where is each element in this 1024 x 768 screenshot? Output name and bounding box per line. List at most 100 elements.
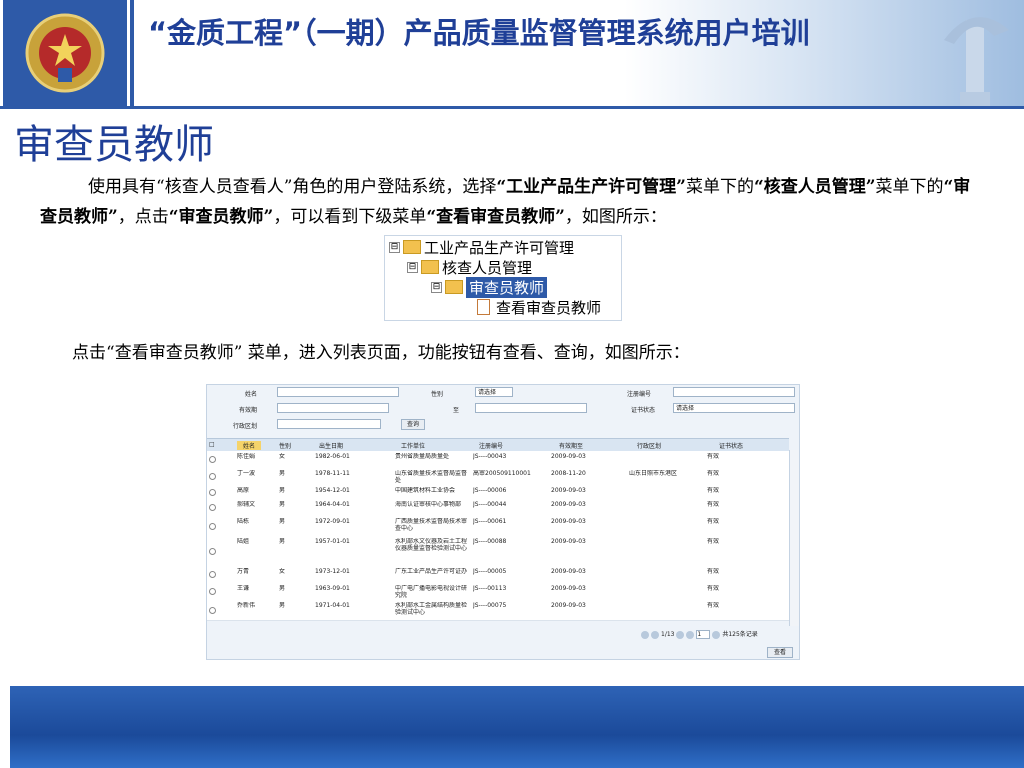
col-cert-status[interactable]: 证书状态 (719, 441, 743, 450)
view-button[interactable]: 查看 (767, 647, 793, 658)
table-row[interactable]: 乔新伟 男 1971-04-01 水利部水工金属结构质量检验测试中心 JS----000… (207, 600, 789, 621)
para-text: ，点击 (117, 207, 169, 227)
col-gender[interactable]: 性别 (279, 441, 291, 450)
table-cell: 陆姐 (237, 538, 250, 545)
col-name[interactable]: 姓名 (237, 441, 262, 450)
table-cell: 1957-01-01 (315, 538, 350, 545)
table-cell: JS----00006 (473, 487, 507, 494)
tree-item-production-license[interactable]: ⊟ 工业产品生产许可管理 (389, 237, 574, 257)
para-bold: “查看审查员教师” (426, 207, 565, 227)
prev-page-icon[interactable] (651, 630, 659, 639)
pagination: 1/13 1 共125条记录 (641, 629, 758, 639)
table-cell: 有效 (707, 487, 720, 494)
table-cell: 贵州省质量局质量处 (395, 453, 450, 460)
row-select-radio[interactable] (209, 456, 216, 463)
tree-item-auditor-teacher[interactable]: ⊟ 审查员教师 (431, 276, 548, 298)
row-select-radio[interactable] (209, 504, 216, 511)
table-cell: 女 (279, 453, 286, 460)
valid-from-input[interactable] (277, 403, 389, 413)
row-select-radio[interactable] (209, 571, 216, 578)
tree-item-label: 工业产品生产许可管理 (424, 238, 575, 257)
table-header: □ 姓名 性别 出生日期 工作单位 注册编号 有效期至 行政区划 证书状态 (207, 438, 789, 452)
search-button[interactable]: 查询 (401, 419, 425, 430)
table-row[interactable]: 陆姐 男 1957-01-01 水利部水文仪器及岩土工程仪器质量监督检验测试中心 JS-… (207, 536, 789, 567)
next-page-icon[interactable] (676, 630, 685, 639)
table-cell: 丁一波 (237, 470, 256, 477)
row-select-radio[interactable] (209, 488, 216, 496)
to-label: 至 (453, 407, 460, 414)
para-text: ，如图所示： (564, 207, 667, 227)
col-valid-until[interactable]: 有效期至 (559, 441, 583, 450)
table-row[interactable]: 丁一波 男 1978-11-11 山东省质量技术监督局监督处 高审20050911000… (207, 468, 789, 486)
header-rule (0, 106, 1024, 109)
last-page-icon[interactable] (686, 630, 695, 639)
table-cell: 2009-09-03 (551, 487, 586, 494)
table-cell: 2009-09-03 (551, 538, 586, 545)
select-all-checkbox[interactable]: □ (209, 441, 215, 448)
tree-item-label: 核查人员管理 (442, 258, 533, 277)
table-cell: JS----00075 (473, 602, 507, 609)
table-cell: 有效 (707, 453, 720, 460)
table-row[interactable]: 高原 男 1954-12-01 中国建筑材料工业协会 JS----00006 2009-0… (207, 485, 789, 500)
gender-select[interactable]: 请选择 (475, 387, 513, 397)
para-bold: “审查员教师” (168, 207, 274, 227)
page-indicator: 1/13 (661, 631, 675, 638)
para-text: 菜单下的 (875, 177, 944, 197)
para-text: 使用具有“核查人员查看人”角色的用户登陆系统，选择 (88, 177, 497, 197)
row-select-radio[interactable] (209, 547, 216, 555)
tree-item-staff-management[interactable]: ⊟ 核查人员管理 (407, 257, 532, 277)
slide-footer (10, 686, 1024, 768)
table-cell: 男 (279, 602, 286, 609)
reg-number-label: 注册编号 (627, 391, 652, 398)
col-birth[interactable]: 出生日期 (319, 441, 343, 450)
table-cell: JS----00044 (473, 501, 507, 508)
table-row[interactable]: 陈佳娟 女 1982-06-01 贵州省质量局质量处 JS----00043 2009-0… (207, 451, 789, 469)
table-cell: 2009-09-03 (551, 585, 586, 592)
table-cell: 1971-04-01 (315, 602, 350, 609)
col-region[interactable]: 行政区划 (637, 441, 661, 450)
logo-panel (3, 0, 127, 106)
table-cell: 2009-09-03 (551, 501, 586, 508)
table-cell: 万青 (237, 568, 250, 575)
row-select-radio[interactable] (209, 473, 216, 480)
collapse-icon[interactable]: ⊟ (431, 281, 442, 293)
instruction-paragraph-2: 点击“查看审查员教师” 菜单，进入列表页面，功能按钮有查看、查询，如图所示： (72, 343, 690, 363)
tree-item-view-auditor-teacher[interactable]: 查看审查员教师 (477, 297, 601, 317)
first-page-icon[interactable] (641, 630, 649, 639)
table-cell: 广东工业产品生产许可证办 (395, 568, 468, 575)
table-scrollbar[interactable] (789, 450, 799, 626)
collapse-icon[interactable]: ⊟ (389, 241, 400, 253)
table-cell: JS----00043 (473, 453, 507, 460)
table-cell: 有效 (707, 501, 720, 508)
collapse-icon[interactable]: ⊟ (407, 261, 418, 273)
page-title: 审查员教师 (14, 122, 214, 168)
table-cell: 郝辅文 (237, 501, 256, 508)
table-cell: 陆栋 (237, 518, 250, 525)
table-cell: 有效 (707, 518, 720, 525)
table-cell: 有效 (707, 538, 720, 545)
cert-status-select[interactable]: 请选择 (673, 403, 795, 413)
table-cell: 乔新伟 (237, 602, 256, 609)
name-input[interactable] (277, 387, 399, 397)
folder-icon (403, 240, 421, 254)
cert-status-label: 证书状态 (631, 407, 656, 414)
table-cell: 1978-11-11 (315, 470, 350, 477)
row-select-radio[interactable] (209, 588, 216, 595)
cert-status-value: 请选择 (676, 405, 695, 412)
table-row[interactable]: 王谦 男 1963-09-01 中广电广播电影电视设计研究院 JS----00113 20… (207, 583, 789, 601)
row-select-radio[interactable] (209, 522, 216, 530)
valid-to-input[interactable] (475, 403, 587, 413)
folder-icon (445, 280, 463, 294)
col-reg-number[interactable]: 注册编号 (479, 441, 503, 450)
instruction-paragraph: 使用具有“核查人员查看人”角色的用户登陆系统，选择“工业产品生产许可管理”菜单下… (40, 172, 975, 232)
page-input[interactable]: 1 (696, 630, 711, 639)
col-employer[interactable]: 工作单位 (401, 441, 425, 450)
row-select-radio[interactable] (209, 606, 216, 614)
region-input[interactable] (277, 419, 381, 429)
reg-number-input[interactable] (673, 387, 795, 397)
table-row[interactable]: 陆栋 男 1972-09-01 广西质量技术监督局技术审查中心 JS----00061 2… (207, 516, 789, 537)
go-page-icon[interactable] (712, 630, 721, 639)
table-cell: 2008-11-20 (551, 470, 586, 477)
table-row[interactable]: 郝辅文 男 1964-04-01 海南认证审核中心事物部 JS----00044 2009… (207, 499, 789, 517)
table-row[interactable]: 万青 女 1973-12-01 广东工业产品生产许可证办 JS----00005 2009… (207, 566, 789, 584)
